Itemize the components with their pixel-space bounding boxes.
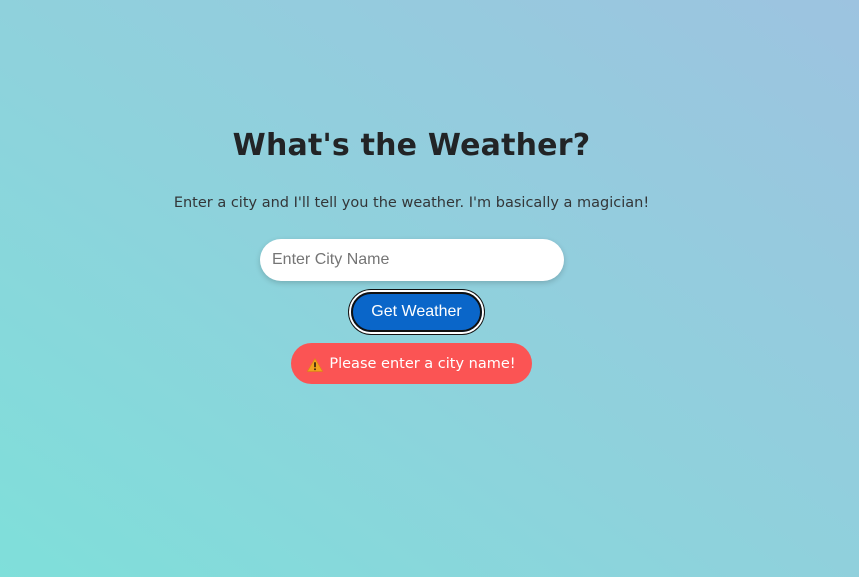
city-search-input[interactable] <box>260 239 564 281</box>
page-title: What's the Weather? <box>232 128 591 163</box>
get-weather-button[interactable]: Get Weather <box>349 290 484 334</box>
page-subtitle: Enter a city and I'll tell you the weath… <box>173 195 650 211</box>
error-message: Please enter a city name! <box>291 343 532 384</box>
warning-icon <box>307 357 324 372</box>
weather-app: What's the Weather? Enter a city and I'l… <box>0 0 823 577</box>
error-message-text: Please enter a city name! <box>329 355 516 372</box>
